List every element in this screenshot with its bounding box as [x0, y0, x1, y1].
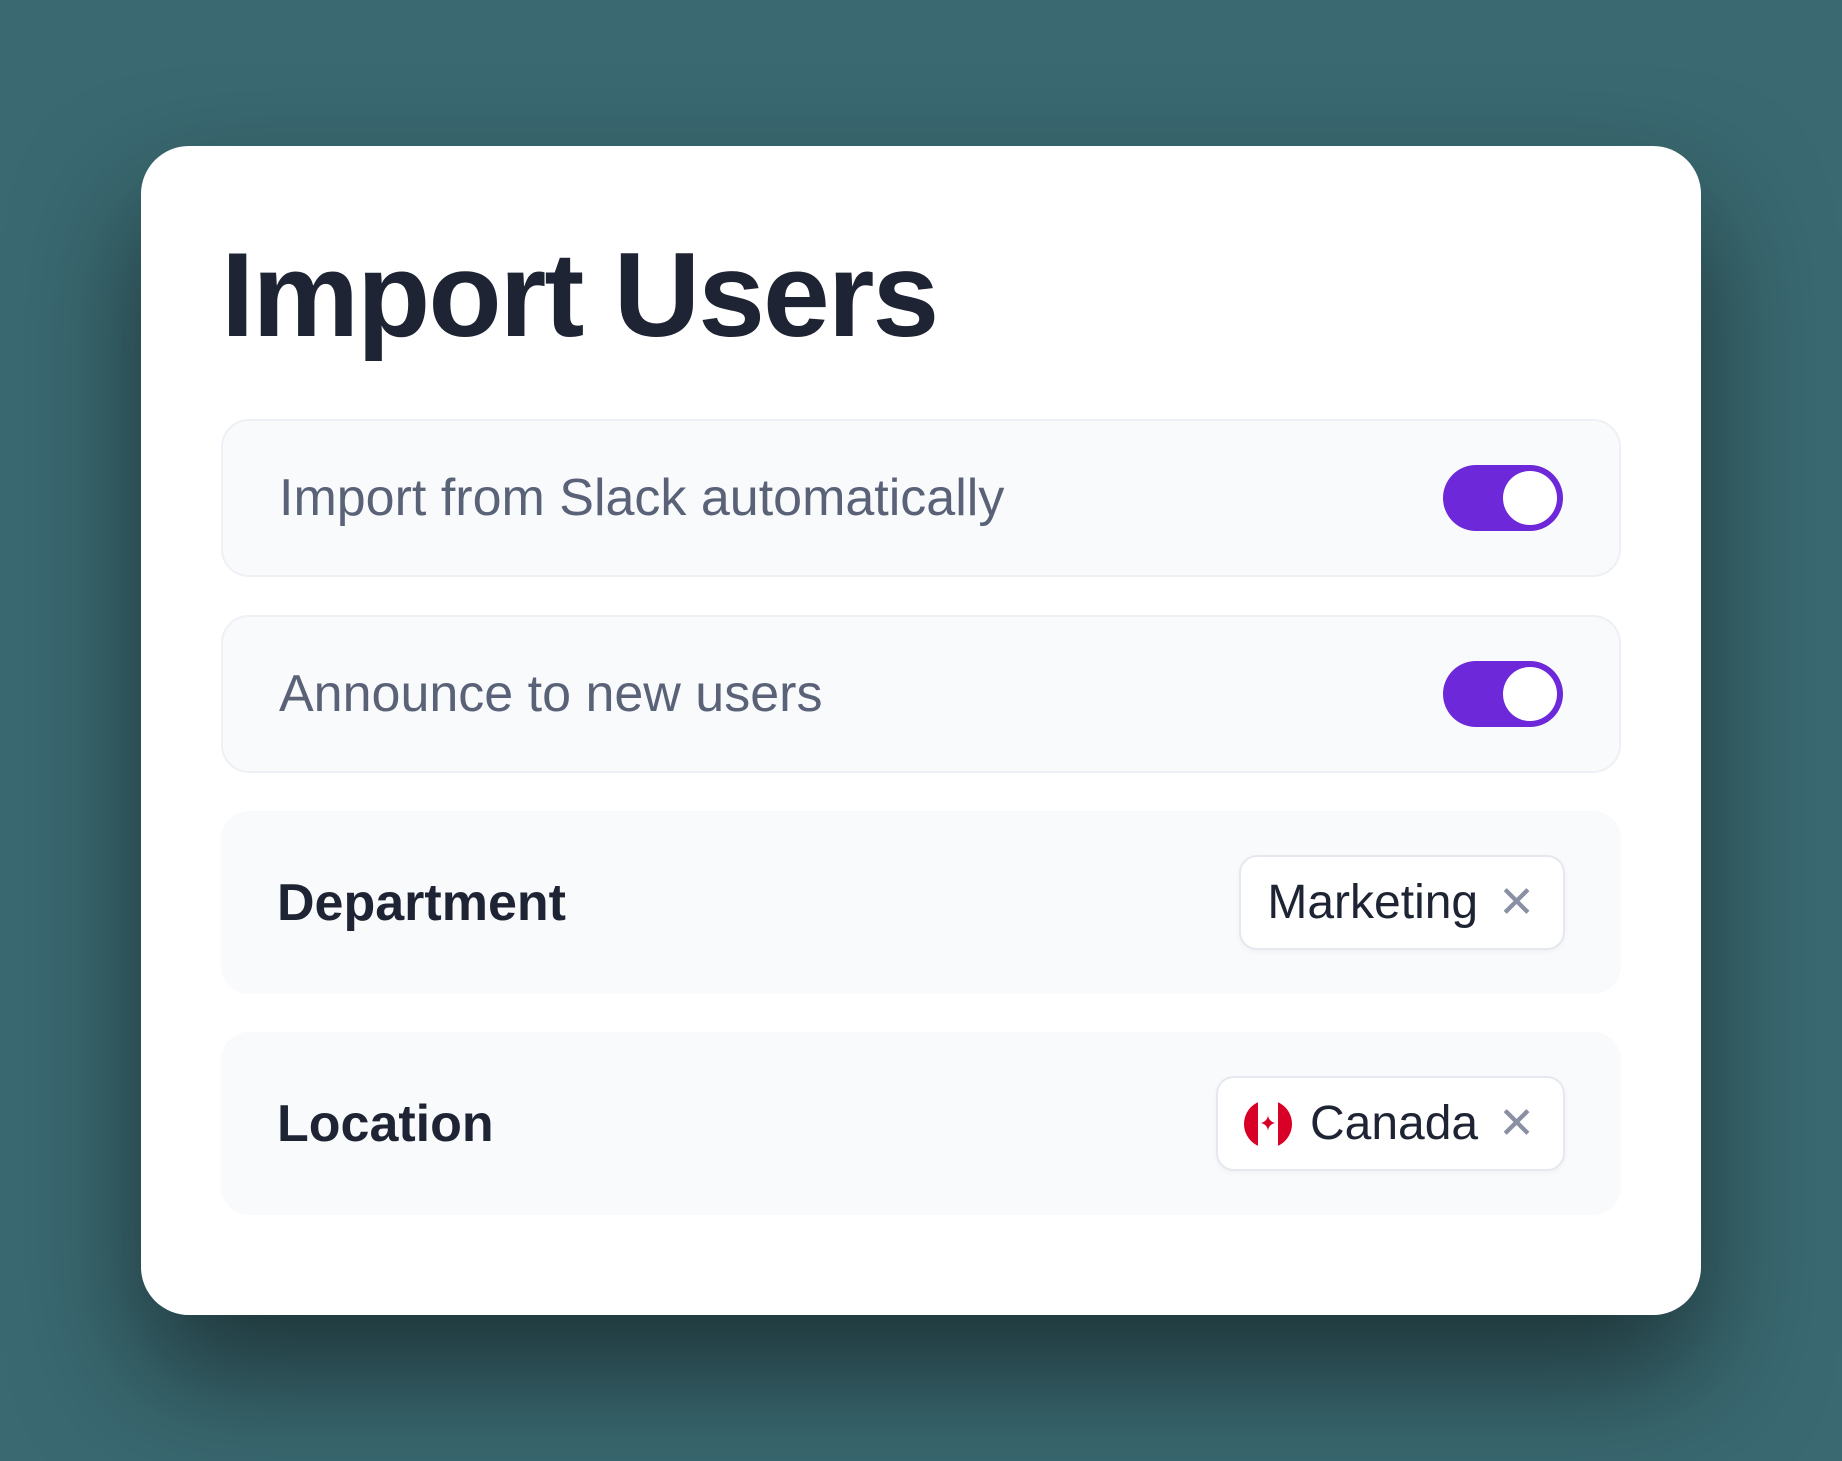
- setting-announce: Announce to new users: [221, 615, 1621, 773]
- setting-label: Announce to new users: [279, 664, 822, 724]
- toggle-knob: [1503, 667, 1557, 721]
- toggle-knob: [1503, 471, 1557, 525]
- location-chip[interactable]: ✦ Canada ✕: [1216, 1076, 1565, 1171]
- import-users-card: Import Users Import from Slack automatic…: [141, 146, 1701, 1315]
- import-slack-toggle[interactable]: [1443, 465, 1563, 531]
- chip-label: Canada: [1310, 1096, 1478, 1151]
- filter-label: Location: [277, 1094, 494, 1154]
- setting-label: Import from Slack automatically: [279, 468, 1004, 528]
- filter-location: Location ✦ Canada ✕: [221, 1032, 1621, 1215]
- close-icon[interactable]: ✕: [1496, 881, 1537, 925]
- filter-department: Department Marketing ✕: [221, 811, 1621, 994]
- page-title: Import Users: [221, 226, 1621, 364]
- setting-import-slack: Import from Slack automatically: [221, 419, 1621, 577]
- filter-label: Department: [277, 873, 566, 933]
- close-icon[interactable]: ✕: [1496, 1102, 1537, 1146]
- department-chip[interactable]: Marketing ✕: [1239, 855, 1565, 950]
- canada-flag-icon: ✦: [1244, 1100, 1292, 1148]
- announce-toggle[interactable]: [1443, 661, 1563, 727]
- chip-label: Marketing: [1267, 875, 1478, 930]
